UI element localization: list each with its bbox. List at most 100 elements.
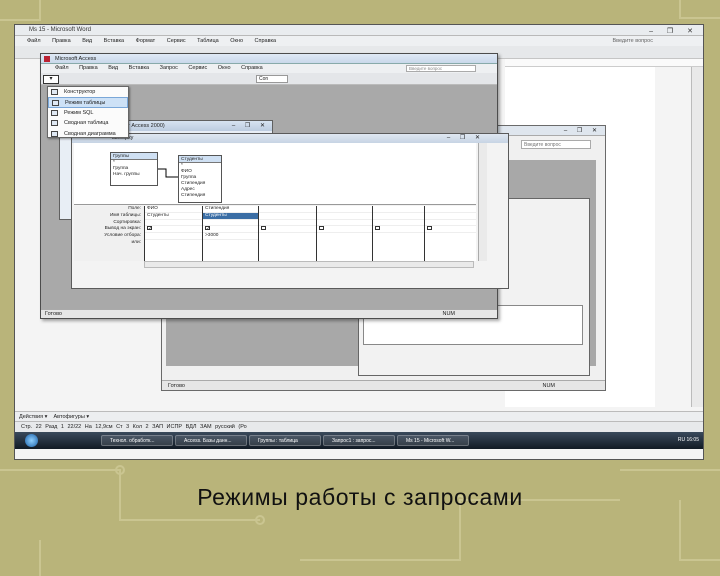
- start-button-icon[interactable]: [25, 434, 38, 447]
- word-title: Ms 15 - Microsoft Word: [29, 27, 91, 33]
- back-window-statusbar: Готово NUM: [162, 380, 605, 390]
- status-ready: Готово: [168, 383, 185, 389]
- grid-column-2[interactable]: Стипендия Студенты ✓ >3000: [202, 206, 258, 261]
- menu-tools[interactable]: Сервис: [167, 38, 186, 44]
- query-tables-area: Группы * Группа Нач. группы Студенты * Ф…: [74, 143, 476, 205]
- font-box[interactable]: Con: [256, 75, 288, 83]
- slide-caption: Режимы работы с запросами: [197, 484, 523, 510]
- grid-cell-show[interactable]: ✓: [145, 226, 202, 234]
- menu-item-label: Сводная диаграмма: [64, 130, 116, 137]
- menu-item-pivot-chart[interactable]: Сводная диаграмма: [48, 129, 128, 139]
- grid-cell-field[interactable]: ФИО: [145, 206, 202, 213]
- access-menu-window[interactable]: Окно: [218, 65, 231, 71]
- menu-item-datasheet[interactable]: Режим таблицы: [48, 97, 128, 108]
- grid-column-3[interactable]: [258, 206, 316, 261]
- grid-column-1[interactable]: ФИО Студенты ✓: [144, 206, 202, 261]
- design-view-icon: [51, 89, 58, 95]
- autoshapes-button[interactable]: Автофигуры ▾: [54, 414, 90, 420]
- row-label-field: Поле:: [128, 206, 141, 211]
- relationship-line: [158, 168, 178, 178]
- table-groups[interactable]: Группы * Группа Нач. группы: [110, 152, 158, 186]
- menu-table[interactable]: Таблица: [197, 38, 219, 44]
- show-checkbox[interactable]: [261, 226, 266, 231]
- menu-edit[interactable]: Правка: [52, 38, 71, 44]
- show-checkbox[interactable]: [427, 226, 432, 231]
- menu-item-label: Конструктор: [64, 89, 96, 95]
- taskbar-item[interactable]: Ms 15 - Microsoft W...: [397, 435, 469, 446]
- word-title-bar: Ms 15 - Microsoft Word – ❐ ✕: [15, 25, 703, 36]
- word-help-search[interactable]: Введите вопрос: [612, 36, 653, 46]
- query-design-grid: Поле: Имя таблицы: Сортировка: Вывод на …: [74, 206, 476, 261]
- menu-file[interactable]: Файл: [27, 38, 41, 44]
- pivot-chart-icon: [51, 130, 58, 137]
- access-menu-query[interactable]: Запрос: [160, 65, 178, 71]
- status-num: NUM: [542, 383, 555, 389]
- row-label-or: или:: [131, 239, 142, 245]
- menu-window[interactable]: Окно: [230, 38, 243, 44]
- show-checkbox[interactable]: [375, 226, 380, 231]
- menu-view[interactable]: Вид: [82, 38, 92, 44]
- query-window-title: выборку: [72, 134, 508, 143]
- access-title: Microsoft Access: [55, 56, 97, 62]
- access-menu-insert[interactable]: Вставка: [129, 65, 149, 71]
- table-field[interactable]: Стипендия: [179, 193, 221, 199]
- table-students-header: Студенты: [179, 156, 221, 163]
- row-label-table: Имя таблицы:: [109, 212, 141, 218]
- taskbar-item[interactable]: Технол. обработк...: [101, 435, 173, 446]
- pivot-table-icon: [51, 120, 58, 127]
- menu-insert[interactable]: Вставка: [104, 38, 124, 44]
- access-menu-help[interactable]: Справка: [241, 65, 263, 71]
- menu-format[interactable]: Формат: [136, 38, 156, 44]
- show-checkbox[interactable]: ✓: [205, 226, 210, 232]
- word-vertical-scrollbar[interactable]: [691, 67, 703, 407]
- word-statusbar: Стр. 22 Разд 1 22/22 На 12,9см Ст 3 Кол …: [15, 421, 703, 432]
- query-designer-window: выборку – ❐ ✕ Группы * Группа Нач. групп…: [71, 133, 509, 289]
- access-help-search[interactable]: Введите вопрос: [406, 65, 476, 72]
- menu-item-label: Сводная таблица: [64, 120, 109, 127]
- menu-help[interactable]: Справка: [255, 38, 277, 44]
- grid-column-5[interactable]: [372, 206, 424, 261]
- show-checkbox[interactable]: [319, 226, 324, 231]
- grid-cell-sort[interactable]: [203, 220, 258, 227]
- taskbar-item[interactable]: Access. Базы данн...: [175, 435, 247, 446]
- grid-cell-sort[interactable]: [145, 220, 202, 227]
- grid-column-6[interactable]: [424, 206, 476, 261]
- word-ruler: [505, 59, 703, 67]
- word-drawing-toolbar: Действия ▾ Автофигуры ▾: [15, 411, 703, 421]
- menu-item-design[interactable]: Конструктор: [48, 87, 128, 97]
- taskbar-item[interactable]: Группы : таблица: [249, 435, 321, 446]
- query-window-controls[interactable]: – ❐ ✕: [447, 134, 484, 141]
- access-menu-file[interactable]: Файл: [55, 65, 69, 71]
- grid-cell-table[interactable]: Студенты: [145, 213, 202, 220]
- table-groups-header: Группы: [111, 153, 157, 160]
- back-window-controls[interactable]: – ❐ ✕: [564, 127, 601, 134]
- menu-item-pivot-table[interactable]: Сводная таблица: [48, 118, 128, 128]
- taskbar-item[interactable]: Запрос1 : запрос...: [323, 435, 395, 446]
- access-title-bar: Microsoft Access: [41, 54, 497, 64]
- access-menu-tools[interactable]: Сервис: [188, 65, 207, 71]
- access-menu-edit[interactable]: Правка: [79, 65, 98, 71]
- show-checkbox[interactable]: ✓: [147, 226, 152, 232]
- table-students[interactable]: Студенты * ФИО Группа Стипендия Адрес Ст…: [178, 155, 222, 203]
- access-menu-bar: Файл Правка Вид Вставка Запрос Сервис Ок…: [41, 64, 497, 73]
- access-status-ready: Готово: [45, 311, 62, 317]
- table-field[interactable]: Нач. группы: [111, 172, 157, 178]
- sql-view-icon: [51, 109, 58, 116]
- access-status-num: NUM: [442, 311, 455, 317]
- query-horizontal-scrollbar[interactable]: [144, 261, 474, 268]
- grid-column-4[interactable]: [316, 206, 372, 261]
- view-dropdown-menu: Конструктор Режим таблицы Режим SQL Свод…: [47, 86, 129, 138]
- view-mode-button[interactable]: ▾: [43, 75, 59, 84]
- grid-cell-criteria[interactable]: [145, 233, 202, 240]
- drawing-actions-button[interactable]: Действия ▾: [19, 414, 47, 420]
- query-vertical-scrollbar[interactable]: [478, 143, 487, 261]
- grid-cell-field[interactable]: Стипендия: [203, 206, 258, 213]
- back-window-search[interactable]: Введите вопрос: [521, 140, 591, 149]
- database-window-controls[interactable]: – ❐ ✕: [232, 122, 269, 129]
- system-tray[interactable]: RU 16:05: [678, 435, 699, 446]
- menu-item-sql[interactable]: Режим SQL: [48, 108, 128, 118]
- grid-cell-table[interactable]: Студенты: [203, 212, 258, 220]
- access-menu-view[interactable]: Вид: [108, 65, 118, 71]
- grid-cell-criteria[interactable]: >3000: [203, 233, 258, 240]
- screenshot-frame: Ms 15 - Microsoft Word – ❐ ✕ Файл Правка…: [14, 24, 704, 460]
